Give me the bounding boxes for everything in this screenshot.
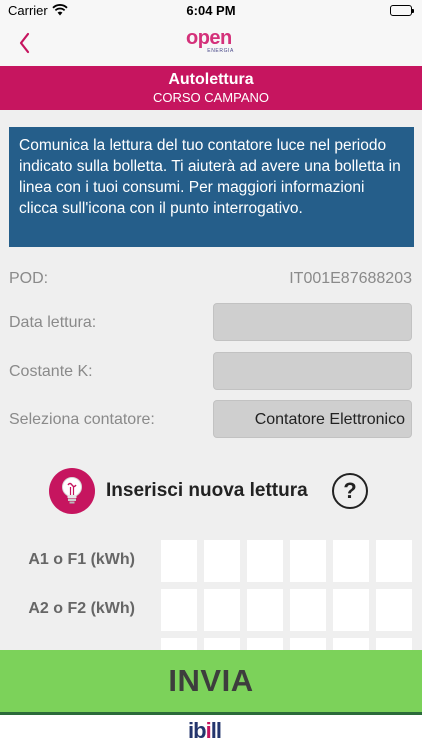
chevron-left-icon: [19, 32, 30, 54]
digit-cell[interactable]: [247, 540, 283, 582]
ibill-logo: ibill: [188, 718, 222, 744]
digit-cell[interactable]: [161, 589, 197, 631]
pod-label: POD:: [9, 270, 49, 287]
navigation-bar: open ENERGIA: [0, 22, 422, 66]
digit-cell[interactable]: [333, 540, 369, 582]
digit-cell[interactable]: [333, 589, 369, 631]
digit-cell[interactable]: [247, 589, 283, 631]
page-title: Autolettura: [168, 71, 254, 88]
digit-cell[interactable]: [204, 540, 240, 582]
status-bar: Carrier 6:04 PM: [0, 0, 422, 22]
reading-row-label-a2: A2 o F2 (kWh): [28, 600, 135, 617]
reading-row-label-a1: A1 o F1 (kWh): [28, 551, 135, 568]
footer: ibill: [0, 715, 422, 750]
back-button[interactable]: [14, 30, 38, 56]
clock: 6:04 PM: [186, 3, 236, 18]
contatore-select[interactable]: Contatore Elettronico: [213, 400, 412, 438]
lightbulb-icon: [49, 468, 95, 514]
battery-icon: [390, 5, 414, 16]
digit-cell[interactable]: [376, 589, 412, 631]
seleziona-contatore-label: Seleziona contatore:: [9, 411, 155, 428]
digit-cell[interactable]: [290, 589, 326, 631]
digit-cell[interactable]: [376, 540, 412, 582]
data-lettura-field[interactable]: [213, 303, 412, 341]
digit-cell[interactable]: [204, 589, 240, 631]
ibill-logo-ll: ll: [210, 718, 222, 743]
pod-value: IT001E87688203: [289, 270, 412, 287]
question-icon[interactable]: ?: [332, 473, 368, 509]
page-header: Autolettura CORSO CAMPANO: [0, 66, 422, 110]
send-button[interactable]: INVIA: [0, 650, 422, 712]
costante-k-label: Costante K:: [9, 363, 93, 380]
page-subtitle: CORSO CAMPANO: [152, 90, 270, 105]
ibill-logo-b: b: [193, 718, 206, 743]
costante-k-field[interactable]: [213, 352, 412, 390]
data-lettura-label: Data lettura:: [9, 314, 97, 331]
insert-reading-title: Inserisci nuova lettura: [106, 480, 308, 501]
logo-text: open: [186, 27, 232, 49]
digit-cell[interactable]: [161, 540, 197, 582]
info-message: Comunica la lettura del tuo contatore lu…: [9, 127, 414, 247]
open-energia-logo: open ENERGIA: [186, 28, 238, 60]
digit-cell[interactable]: [290, 540, 326, 582]
